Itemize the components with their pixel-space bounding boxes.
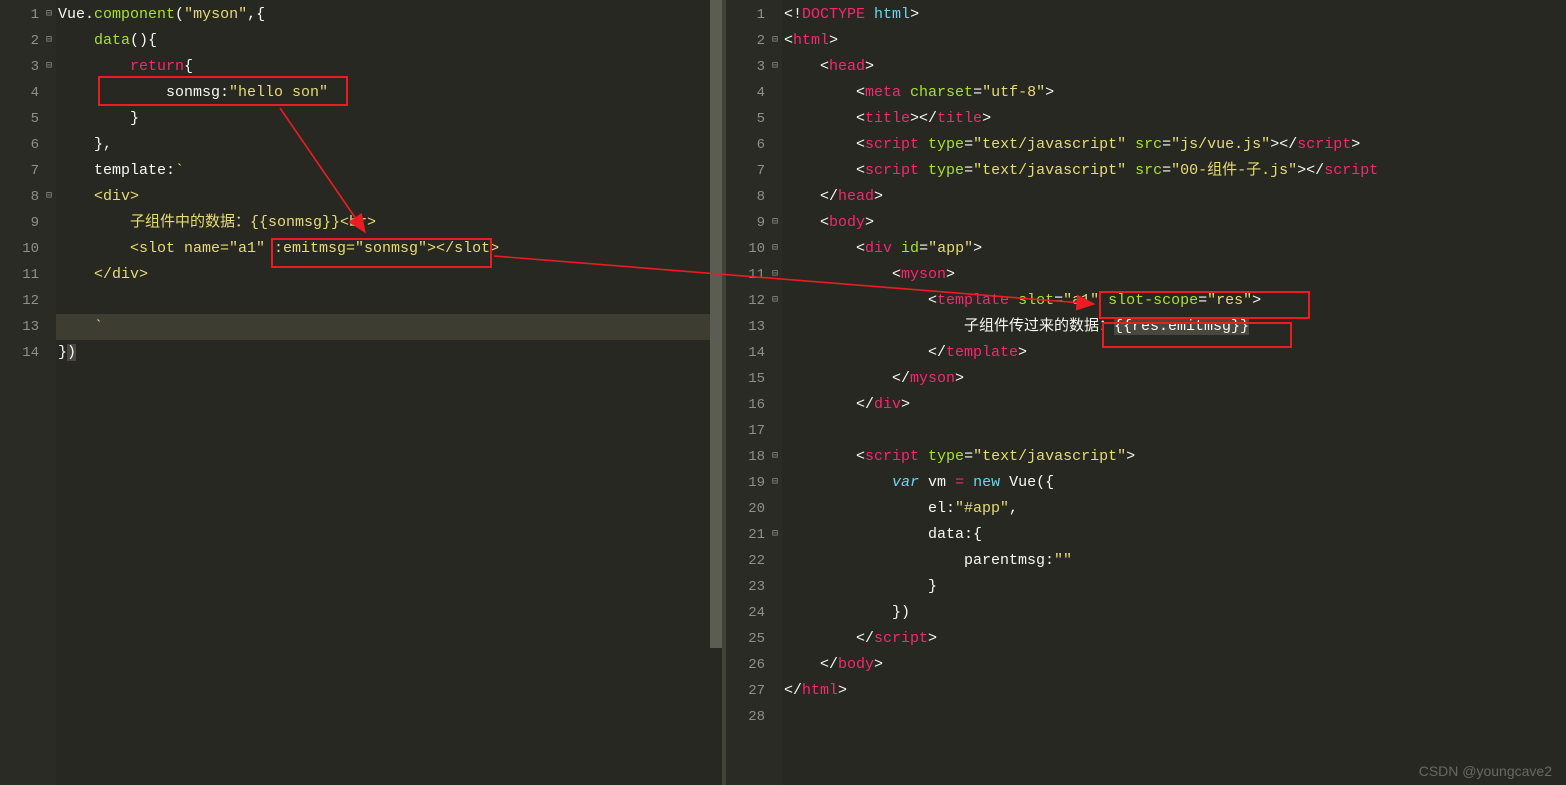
- code-line: }: [782, 574, 1566, 600]
- fold-gutter[interactable]: ⊟ ⊟ ⊟ ⊟ ⊟ ⊟ ⊟ ⊟ ⊟: [768, 0, 782, 785]
- line-number-gutter: 1 2 3 4 5 6 7 8 9 10 11 12 13 14 15 16 1…: [726, 0, 768, 785]
- code-line: </head>: [782, 184, 1566, 210]
- code-line: <body>: [782, 210, 1566, 236]
- code-line: 子组件中的数据：{{sonmsg}}<br>: [56, 210, 722, 236]
- code-line: </template>: [782, 340, 1566, 366]
- line-number-gutter: 1 2 3 4 5 6 7 8 9 10 11 12 13 14: [0, 0, 42, 785]
- code-line: data:{: [782, 522, 1566, 548]
- fold-icon[interactable]: ⊟: [768, 28, 782, 54]
- code-line: template:`: [56, 158, 722, 184]
- fold-icon[interactable]: ⊟: [768, 288, 782, 314]
- code-line: parentmsg:"": [782, 548, 1566, 574]
- fold-icon[interactable]: ⊟: [768, 470, 782, 496]
- fold-icon[interactable]: ⊟: [42, 2, 56, 28]
- code-line: el:"#app",: [782, 496, 1566, 522]
- code-line: <myson>: [782, 262, 1566, 288]
- code-line: [56, 288, 722, 314]
- editor-pane-right: 1 2 3 4 5 6 7 8 9 10 11 12 13 14 15 16 1…: [726, 0, 1566, 785]
- code-line: <title></title>: [782, 106, 1566, 132]
- code-line: }): [56, 340, 722, 366]
- code-line: data(){: [56, 28, 722, 54]
- code-line: <html>: [782, 28, 1566, 54]
- code-line: <template slot="a1" slot-scope="res">: [782, 288, 1566, 314]
- code-line: </script>: [782, 626, 1566, 652]
- editor-pane-left: 1 2 3 4 5 6 7 8 9 10 11 12 13 14 ⊟ ⊟ ⊟ ⊟…: [0, 0, 722, 785]
- code-line: <!DOCTYPE html>: [782, 2, 1566, 28]
- code-line: <script type="text/javascript" src="js/v…: [782, 132, 1566, 158]
- code-line-active: `: [56, 314, 722, 340]
- code-line: <div id="app">: [782, 236, 1566, 262]
- code-line: return{: [56, 54, 722, 80]
- code-line: <div>: [56, 184, 722, 210]
- code-line: },: [56, 132, 722, 158]
- fold-icon[interactable]: ⊟: [768, 262, 782, 288]
- code-line: <head>: [782, 54, 1566, 80]
- code-line: </div>: [782, 392, 1566, 418]
- fold-icon[interactable]: ⊟: [768, 54, 782, 80]
- code-line: }: [56, 106, 722, 132]
- code-editor-right[interactable]: <!DOCTYPE html> <html> <head> <meta char…: [782, 0, 1566, 785]
- code-line: var vm = new Vue({: [782, 470, 1566, 496]
- code-line: [782, 418, 1566, 444]
- fold-icon[interactable]: ⊟: [768, 522, 782, 548]
- fold-icon[interactable]: ⊟: [768, 444, 782, 470]
- code-line: <script type="text/javascript">: [782, 444, 1566, 470]
- fold-icon[interactable]: ⊟: [768, 236, 782, 262]
- code-line: <script type="text/javascript" src="00-组…: [782, 158, 1566, 184]
- fold-icon[interactable]: ⊟: [42, 28, 56, 54]
- fold-icon[interactable]: ⊟: [42, 54, 56, 80]
- code-line: [782, 704, 1566, 730]
- fold-icon[interactable]: ⊟: [42, 184, 56, 210]
- fold-icon[interactable]: ⊟: [768, 210, 782, 236]
- code-line: </body>: [782, 652, 1566, 678]
- watermark-text: CSDN @youngcave2: [1419, 763, 1552, 779]
- code-line: </html>: [782, 678, 1566, 704]
- code-line: }): [782, 600, 1566, 626]
- code-line: 子组件传过来的数据：{{res.emitmsg}}: [782, 314, 1566, 340]
- code-line: sonmsg:"hello son": [56, 80, 722, 106]
- code-editor-left[interactable]: Vue.component("myson",{ data(){ return{ …: [56, 0, 722, 785]
- code-line: <slot name="a1" :emitmsg="sonmsg"></slot…: [56, 236, 722, 262]
- code-line: </div>: [56, 262, 722, 288]
- fold-gutter[interactable]: ⊟ ⊟ ⊟ ⊟: [42, 0, 56, 785]
- code-line: </myson>: [782, 366, 1566, 392]
- code-line: Vue.component("myson",{: [56, 2, 722, 28]
- scrollbar[interactable]: [710, 0, 722, 648]
- code-line: <meta charset="utf-8">: [782, 80, 1566, 106]
